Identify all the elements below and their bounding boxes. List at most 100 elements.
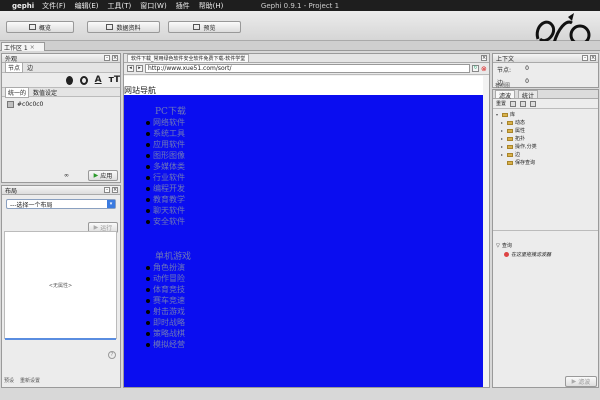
- data-lab-button[interactable]: 数据资料: [87, 21, 160, 33]
- minimize-icon[interactable]: -: [104, 55, 110, 61]
- menu-edit[interactable]: 编辑(E): [75, 1, 99, 11]
- nav-block: PC下载 网络软件 系统工具 应用软件 图形图像 多媒体类 行业软件 编程开发 …: [124, 95, 483, 387]
- tab-ranking[interactable]: 数值设定: [33, 88, 57, 97]
- filters-tabs: 滤波 统计: [493, 90, 598, 100]
- list-item[interactable]: 安全软件: [146, 216, 185, 227]
- overview-label: 概览: [38, 24, 51, 32]
- library-root[interactable]: ▾ 库: [496, 111, 595, 119]
- sort-icon[interactable]: [530, 100, 537, 107]
- list-item[interactable]: 即时战略: [146, 317, 185, 328]
- folder-icon: [507, 129, 513, 133]
- list-item[interactable]: 多媒体类: [146, 161, 185, 172]
- presets-link[interactable]: 预设: [4, 377, 14, 384]
- minimize-icon[interactable]: -: [104, 187, 110, 193]
- list-item[interactable]: 网络软件: [146, 117, 185, 128]
- list-item[interactable]: 编程开发: [146, 183, 185, 194]
- close-icon[interactable]: ×: [481, 55, 487, 61]
- apply-button[interactable]: ▶ 应用: [88, 170, 118, 181]
- label-color-icon[interactable]: A: [95, 75, 102, 85]
- query-section: ▽ 查询 在这里拖拽滤波器: [496, 242, 551, 259]
- menu-tools[interactable]: 工具(T): [108, 1, 132, 11]
- tree-item[interactable]: ▸ 拓扑: [496, 135, 595, 143]
- close-icon[interactable]: ×: [112, 55, 118, 61]
- color-palette-icon[interactable]: [66, 75, 73, 85]
- section-heading[interactable]: 单机游戏: [155, 249, 191, 262]
- color-row[interactable]: #c0c0c0: [2, 97, 120, 112]
- expand-icon[interactable]: [510, 100, 517, 107]
- table-icon: [106, 24, 114, 30]
- section-heading[interactable]: PC下载: [155, 104, 186, 117]
- list-item[interactable]: 系统工具: [146, 128, 185, 139]
- reset-link[interactable]: 重新设置: [20, 377, 40, 384]
- list-item[interactable]: 图形图像: [146, 150, 185, 161]
- nodes-label: 节点:: [497, 67, 512, 74]
- no-properties-text: <无属性>: [48, 283, 73, 289]
- collapse-icon[interactable]: [520, 100, 527, 107]
- app-name[interactable]: gephi: [12, 2, 34, 10]
- folder-icon: [507, 121, 513, 125]
- list-item[interactable]: 体育竞技: [146, 284, 185, 295]
- color-swatch[interactable]: [7, 101, 14, 108]
- browser-panel: 软件下载_常用绿色软件安全软件免费下载-软件学堂 × ◂ ▸ http://ww…: [123, 53, 490, 388]
- help-icon[interactable]: ?: [108, 351, 116, 359]
- menu-window[interactable]: 窗口(W): [140, 1, 166, 11]
- back-icon[interactable]: ◂: [127, 65, 134, 72]
- tree-item[interactable]: 保存查询: [496, 159, 595, 167]
- overview-button[interactable]: 概览: [6, 21, 74, 33]
- menu-help[interactable]: 帮助(H): [199, 1, 224, 11]
- menu-file[interactable]: 文件(F): [42, 1, 66, 11]
- stop-icon[interactable]: ⊗: [481, 65, 487, 73]
- appearance-title-label: 外观: [5, 55, 18, 63]
- reset-button[interactable]: 重置: [496, 100, 506, 107]
- refresh-icon[interactable]: ↻: [472, 65, 479, 72]
- minimize-icon[interactable]: -: [582, 55, 588, 61]
- list-item[interactable]: 教育教学: [146, 194, 185, 205]
- filter-button-label: 滤波: [578, 379, 591, 386]
- funnel-icon: ▽: [496, 242, 500, 249]
- appearance-attr-icons: A тT: [2, 73, 120, 87]
- list-item[interactable]: 赛车竞速: [146, 295, 185, 306]
- tree-item[interactable]: ▸ 操作,分类: [496, 143, 595, 151]
- close-icon[interactable]: ×: [112, 187, 118, 193]
- list-item[interactable]: 射击游戏: [146, 306, 185, 317]
- folder-icon: [507, 153, 513, 157]
- drop-zone[interactable]: 在这里拖拽滤波器: [496, 251, 551, 258]
- list-item[interactable]: 应用软件: [146, 139, 185, 150]
- url-input[interactable]: http://www.xue51.com/sort/: [145, 64, 470, 73]
- folder-icon: [507, 137, 513, 141]
- browser-tab[interactable]: 软件下载_常用绿色软件安全软件免费下载-软件学堂: [127, 54, 250, 63]
- tab-nodes[interactable]: 节点: [5, 62, 24, 73]
- list-item[interactable]: 策略战棋: [146, 328, 185, 339]
- tree-item[interactable]: ▸ 属性: [496, 127, 595, 135]
- tab-statistics[interactable]: 统计: [518, 90, 539, 100]
- list-item[interactable]: 聊天软件: [146, 205, 185, 216]
- list-item[interactable]: 模拟经营: [146, 339, 185, 350]
- tree-item[interactable]: ▸ 边: [496, 151, 595, 159]
- tab-unique[interactable]: 统一的: [5, 86, 30, 98]
- reset-icon[interactable]: ∞: [64, 172, 69, 179]
- layout-select[interactable]: ---选择一个布局 ▾: [6, 199, 116, 209]
- drop-hint: 在这里拖拽滤波器: [511, 252, 552, 258]
- graph-type: 有向图: [495, 83, 511, 89]
- list-item[interactable]: 行业软件: [146, 172, 185, 183]
- filter-button[interactable]: ▶ 滤波: [565, 376, 597, 387]
- node-count-row: 节点: 0: [493, 63, 533, 76]
- list-item[interactable]: 动作冒险: [146, 273, 185, 284]
- layout-select-value: ---选择一个布局: [10, 201, 53, 209]
- chevron-down-icon[interactable]: ▾: [107, 200, 115, 208]
- list-item[interactable]: 角色扮演: [146, 262, 185, 273]
- tree-item[interactable]: ▸ 动态: [496, 119, 595, 127]
- preview-button[interactable]: 预览: [168, 21, 241, 33]
- browser-tab-bar: 软件下载_常用绿色软件安全软件免费下载-软件学堂 ×: [124, 54, 489, 63]
- close-icon[interactable]: ×: [590, 55, 596, 61]
- label-size-icon[interactable]: тT: [109, 75, 120, 85]
- workspace-tab-label: 工作区 1: [4, 44, 28, 52]
- forward-icon[interactable]: ▸: [136, 65, 143, 72]
- workspace-tab[interactable]: 工作区 1 ×: [1, 42, 45, 52]
- tab-edges[interactable]: 边: [27, 63, 33, 72]
- size-icon[interactable]: [79, 75, 88, 85]
- close-icon[interactable]: ×: [30, 44, 35, 51]
- layout-properties: <无属性>: [4, 231, 117, 340]
- menu-plugins[interactable]: 插件: [176, 1, 190, 11]
- tab-filters[interactable]: 滤波: [495, 90, 516, 100]
